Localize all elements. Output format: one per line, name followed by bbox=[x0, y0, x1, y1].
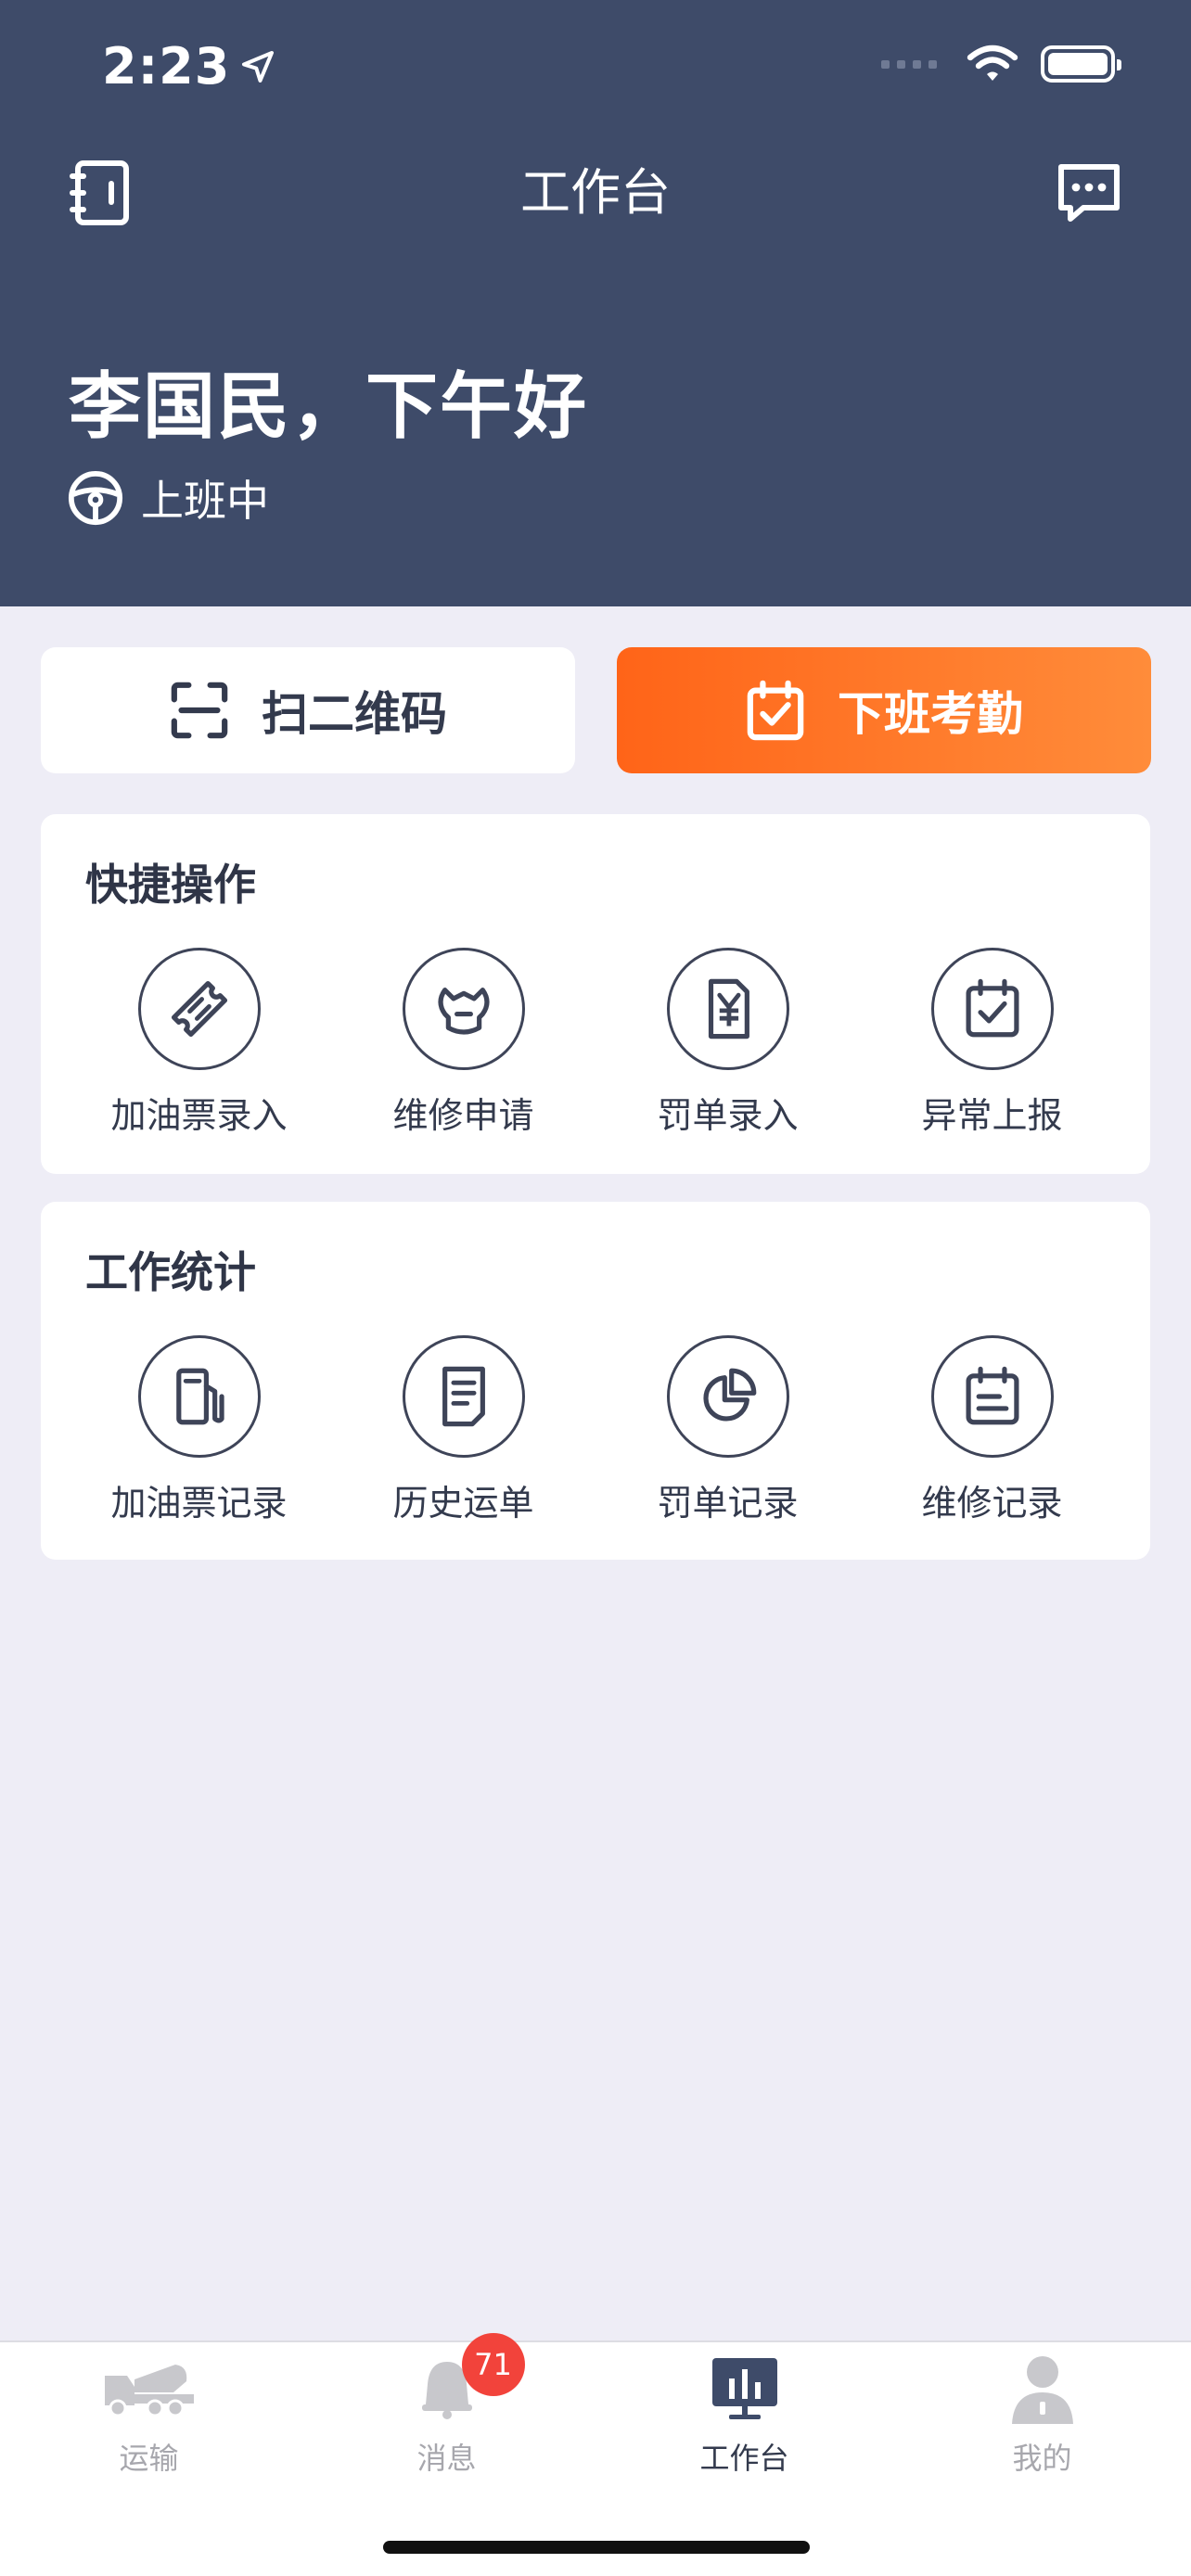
user-icon bbox=[1011, 2356, 1073, 2424]
exception-report-label: 异常上报 bbox=[921, 1095, 1063, 1136]
scan-qr-label: 扫二维码 bbox=[262, 687, 447, 741]
fuel-pump-icon bbox=[175, 1368, 224, 1425]
scan-qr-button[interactable]: 扫二维码 bbox=[41, 647, 575, 773]
repair-request-label: 维修申请 bbox=[392, 1095, 534, 1136]
dashboard-icon bbox=[711, 2358, 777, 2419]
tab-messages[interactable]: 71 消息 bbox=[298, 2333, 596, 2481]
quick-operations-card: 快捷操作 加油票录入 维修申请 罚单录入 异常上报 bbox=[41, 814, 1150, 1174]
checkout-attendance-button[interactable]: 下班考勤 bbox=[617, 647, 1151, 773]
exception-report-button[interactable]: 异常上报 bbox=[881, 948, 1104, 1138]
tab-transport[interactable]: 运输 bbox=[0, 2342, 298, 2481]
status-time-text: 2:23 bbox=[102, 37, 231, 96]
fine-records-label: 罚单记录 bbox=[657, 1483, 799, 1524]
duty-status: 上班中 bbox=[67, 467, 269, 529]
message-icon[interactable] bbox=[1054, 158, 1124, 228]
wifi-icon bbox=[967, 45, 1018, 81]
tab-workbench-label: 工作台 bbox=[699, 2441, 789, 2476]
battery-icon bbox=[1041, 45, 1121, 83]
calendar-check-icon bbox=[747, 680, 804, 741]
header: 2:23 工作台 李国民，下午好 上班中 bbox=[0, 0, 1191, 606]
message-count-badge: 71 bbox=[461, 2333, 525, 2396]
repair-records-label: 维修记录 bbox=[921, 1483, 1063, 1524]
document-icon bbox=[442, 1366, 485, 1427]
duty-status-label: 上班中 bbox=[141, 476, 269, 526]
yen-document-icon bbox=[708, 978, 749, 1039]
fine-entry-label: 罚单录入 bbox=[657, 1095, 799, 1136]
fuel-ticket-records-button[interactable]: 加油票记录 bbox=[88, 1335, 311, 1525]
tab-mine[interactable]: 我的 bbox=[893, 2342, 1191, 2481]
history-waybills-button[interactable]: 历史运单 bbox=[352, 1335, 575, 1525]
fine-entry-button[interactable]: 罚单录入 bbox=[617, 948, 839, 1138]
tab-transport-label: 运输 bbox=[119, 2441, 179, 2476]
status-bar-time: 2:23 bbox=[102, 37, 276, 96]
work-statistics-title: 工作统计 bbox=[85, 1247, 256, 1297]
steering-wheel-icon bbox=[68, 470, 123, 526]
home-indicator bbox=[383, 2541, 810, 2554]
tab-mine-label: 我的 bbox=[1012, 2441, 1072, 2476]
quick-operations-title: 快捷操作 bbox=[85, 860, 256, 910]
tab-bar: 运输 71 消息 工作台 我的 bbox=[0, 2333, 1191, 2576]
checkout-attendance-label: 下班考勤 bbox=[838, 687, 1023, 741]
history-waybills-label: 历史运单 bbox=[392, 1483, 534, 1524]
location-arrow-icon bbox=[242, 50, 275, 83]
greeting-text: 李国民，下午好 bbox=[69, 365, 589, 449]
fuel-ticket-records-label: 加油票记录 bbox=[110, 1483, 288, 1524]
fuel-ticket-entry-button[interactable]: 加油票录入 bbox=[88, 948, 311, 1138]
cellular-signal-icon bbox=[881, 59, 937, 69]
tab-messages-label: 消息 bbox=[416, 2441, 477, 2476]
ticket-icon bbox=[171, 980, 227, 1038]
fuel-ticket-entry-label: 加油票录入 bbox=[110, 1095, 288, 1136]
calendar-list-icon bbox=[966, 1366, 1018, 1425]
fine-records-button[interactable]: 罚单记录 bbox=[617, 1335, 839, 1525]
work-statistics-card: 工作统计 加油票记录 历史运单 罚单记录 维修记录 bbox=[41, 1202, 1150, 1560]
calendar-check-icon bbox=[966, 978, 1018, 1038]
status-indicators bbox=[881, 45, 1121, 83]
wrench-icon bbox=[437, 988, 490, 1035]
scan-icon bbox=[171, 682, 228, 739]
truck-icon bbox=[104, 2365, 194, 2417]
repair-request-button[interactable]: 维修申请 bbox=[352, 948, 575, 1138]
pie-chart-icon bbox=[703, 1368, 756, 1422]
page-title: 工作台 bbox=[520, 163, 671, 222]
tab-workbench[interactable]: 工作台 bbox=[596, 2342, 893, 2481]
repair-records-button[interactable]: 维修记录 bbox=[881, 1335, 1104, 1525]
